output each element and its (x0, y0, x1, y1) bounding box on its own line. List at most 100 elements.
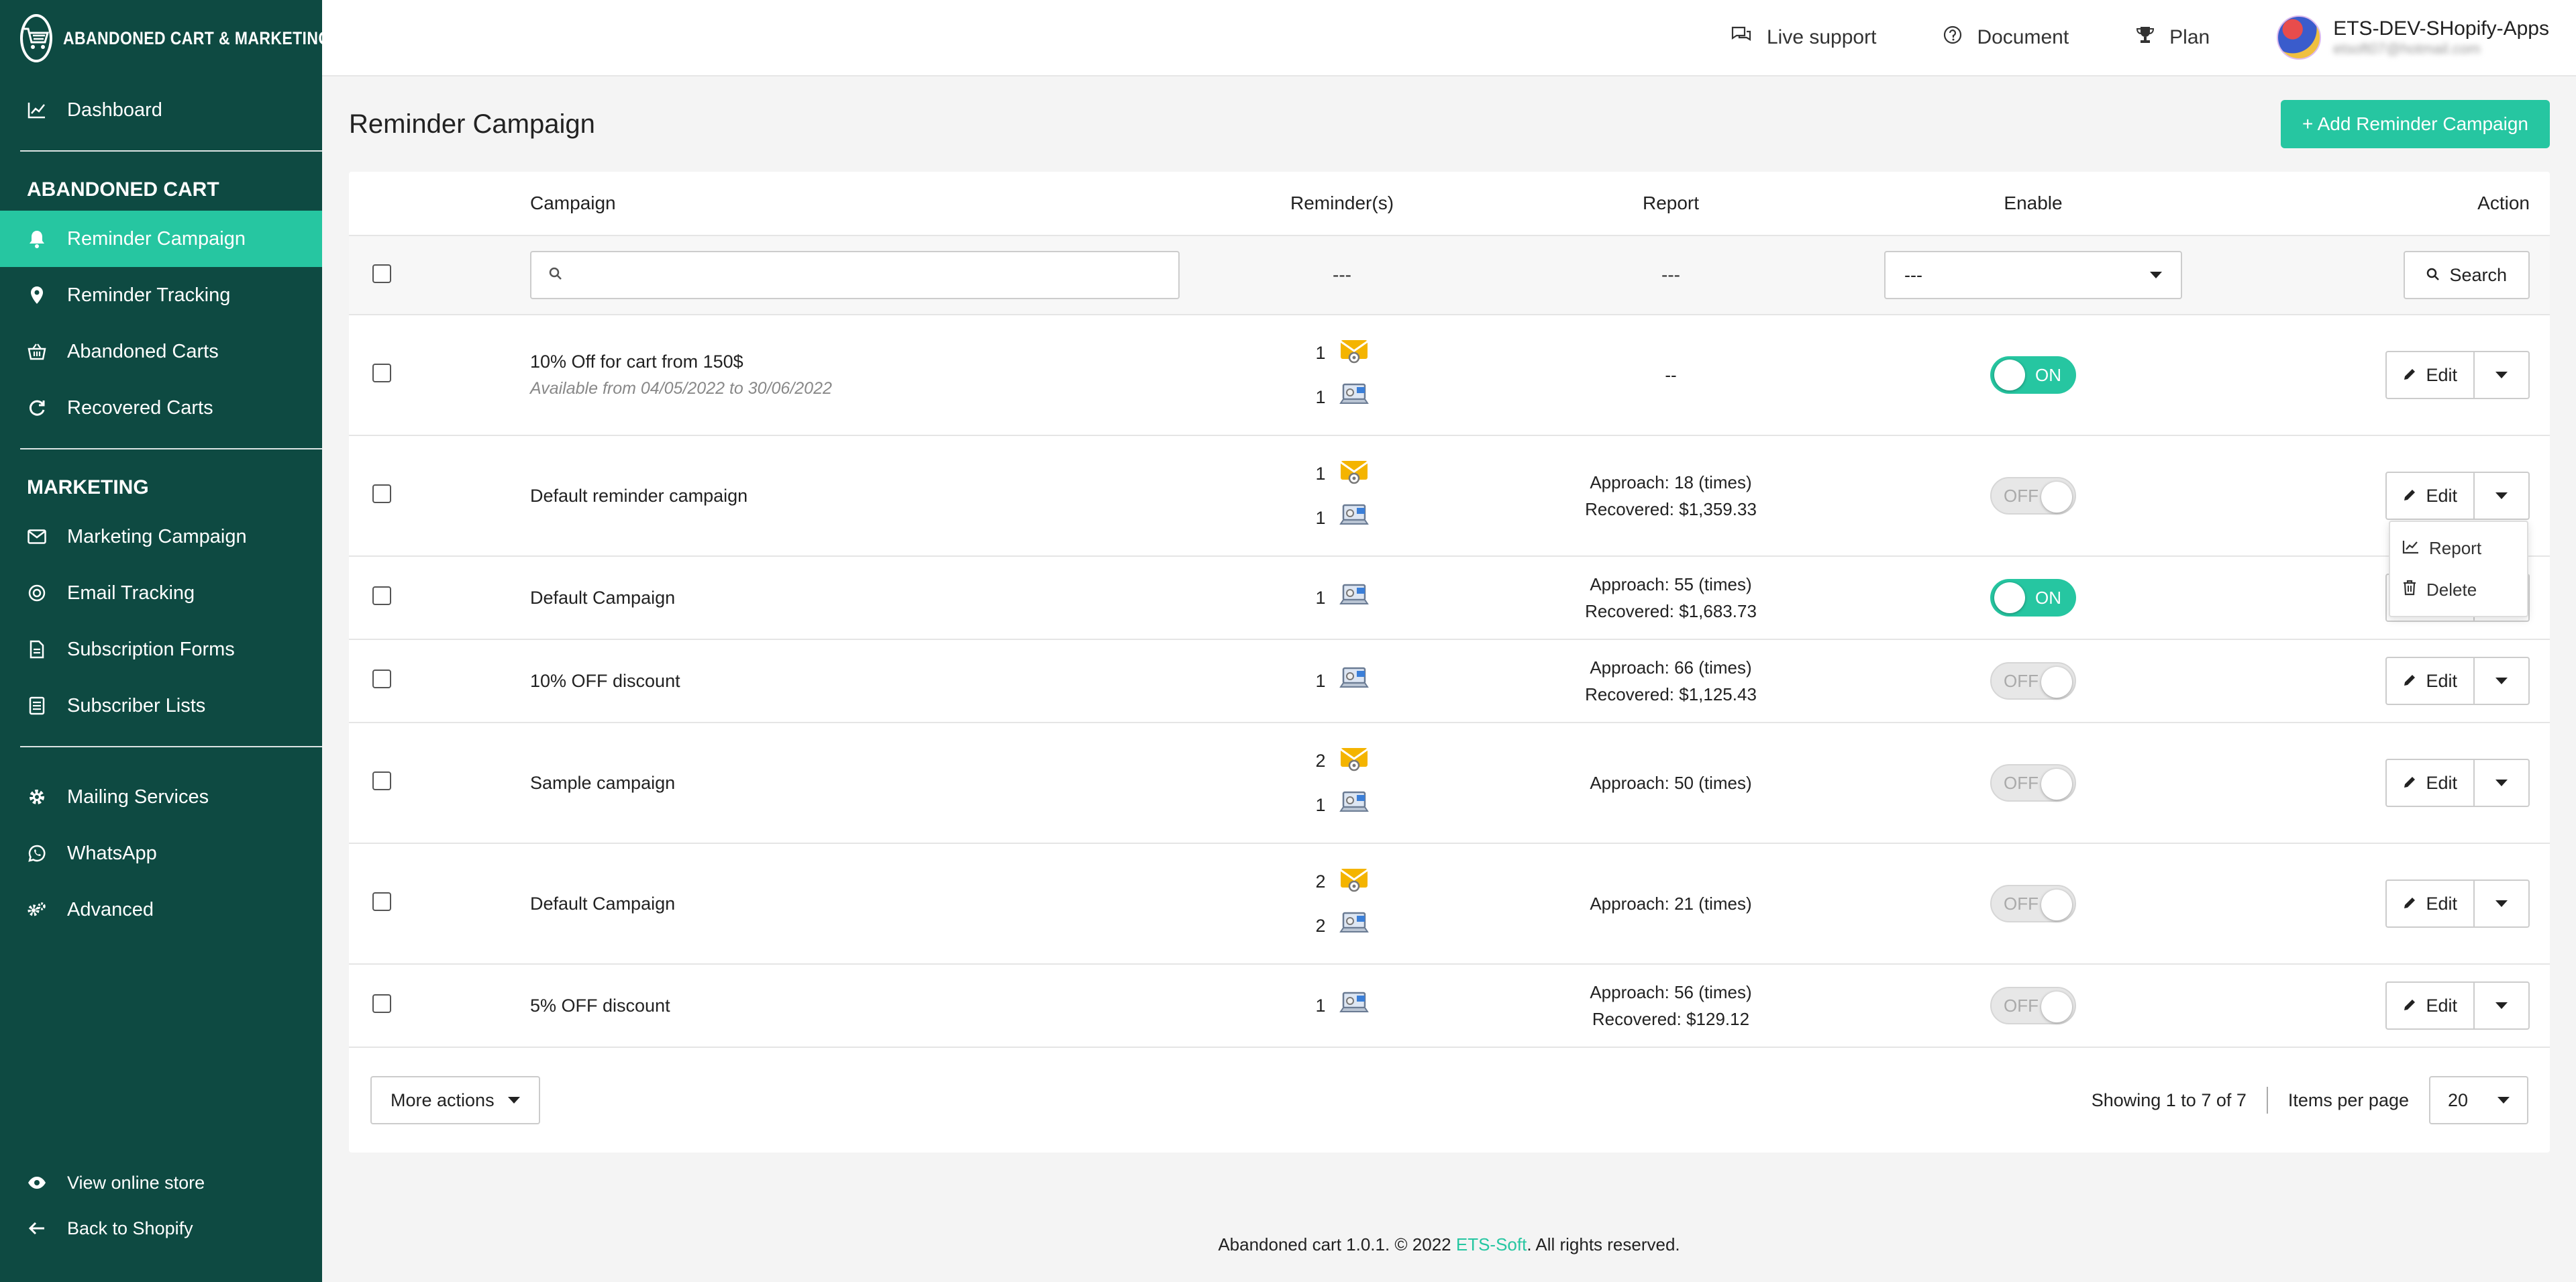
popup-reminder-count: 1 (1315, 659, 1369, 703)
sidebar-item-advanced[interactable]: Advanced (0, 882, 322, 938)
row-checkbox[interactable] (372, 669, 391, 688)
count: 1 (1315, 995, 1326, 1016)
row-checkbox[interactable] (372, 892, 391, 911)
envelope-icon (27, 529, 47, 544)
sidebar-item-abandoned-carts[interactable]: Abandoned Carts (0, 323, 322, 380)
row-action-toggle[interactable] (2475, 759, 2530, 807)
row-action-toggle[interactable] (2475, 657, 2530, 705)
target-icon (27, 584, 47, 602)
enable-toggle[interactable]: OFF (1990, 477, 2076, 515)
sidebar-item-label: Reminder Tracking (67, 284, 231, 306)
campaign-availability: Available from 04/05/2022 to 30/06/2022 (530, 379, 832, 398)
shop-profile[interactable]: ETS-DEV-SHopify-Apps etsoft07@hotmail.co… (2277, 15, 2549, 60)
row-checkbox[interactable] (372, 771, 391, 790)
sidebar-item-label: Marketing Campaign (67, 525, 247, 547)
edit-button[interactable]: Edit (2385, 657, 2475, 705)
count: 1 (1315, 507, 1326, 528)
campaign-name[interactable]: Sample campaign (530, 773, 1201, 794)
sidebar-item-mailing-services[interactable]: Mailing Services (0, 769, 322, 825)
back-to-shopify-link[interactable]: Back to Shopify (0, 1206, 322, 1251)
campaign-name[interactable]: 10% OFF discount (530, 671, 1201, 692)
pencil-icon (2403, 365, 2416, 386)
edit-button[interactable]: Edit (2385, 472, 2475, 520)
enable-toggle[interactable]: ON (1990, 579, 2076, 617)
sidebar-bottom: View online store Back to Shopify (0, 1160, 322, 1282)
copyright-suffix: . All rights reserved. (1527, 1234, 1680, 1254)
row-action-toggle[interactable] (2475, 351, 2530, 399)
pencil-icon (2403, 894, 2416, 914)
main-content: Reminder Campaign + Add Reminder Campaig… (349, 76, 2550, 1153)
email-reminder-count: 1 (1315, 451, 1368, 496)
bell-icon (27, 229, 47, 248)
edit-button[interactable]: Edit (2385, 351, 2475, 399)
sidebar-item-subscriber-lists[interactable]: Subscriber Lists (0, 678, 322, 734)
report-recovered: Recovered: $1,359.33 (1585, 499, 1757, 519)
toggle-knob (1994, 360, 2025, 390)
sidebar-item-reminder-tracking[interactable]: Reminder Tracking (0, 267, 322, 323)
toggle-label: ON (2035, 364, 2061, 385)
row-actions: Edit (2385, 351, 2530, 399)
select-all-checkbox[interactable] (372, 264, 391, 283)
row-checkbox[interactable] (372, 586, 391, 605)
enable-filter-select[interactable]: --- (1884, 251, 2182, 299)
add-reminder-campaign-button[interactable]: + Add Reminder Campaign (2281, 100, 2550, 148)
sidebar-item-label: Advanced (67, 898, 154, 920)
email-reminder-icon (1339, 866, 1369, 898)
sidebar-item-label: View online store (67, 1172, 205, 1193)
table-row: Default Campaign 1 Approach: 55 (times) Rec… (349, 557, 2550, 640)
enable-toggle[interactable]: OFF (1990, 662, 2076, 700)
row-action-toggle[interactable] (2475, 981, 2530, 1030)
sidebar-item-reminder-campaign[interactable]: Reminder Campaign (0, 211, 322, 267)
toggle-knob (2041, 769, 2072, 800)
toggle-label: OFF (2004, 670, 2039, 691)
campaign-name[interactable]: Default Campaign (530, 588, 1201, 608)
sidebar-item-email-tracking[interactable]: Email Tracking (0, 565, 322, 621)
row-checkbox[interactable] (372, 484, 391, 503)
campaign-name[interactable]: 10% Off for cart from 150$ (530, 352, 1201, 372)
view-online-store-link[interactable]: View online store (0, 1160, 322, 1206)
row-action-toggle[interactable] (2475, 472, 2530, 520)
delete-menu-item[interactable]: Delete (2390, 569, 2527, 610)
edit-button[interactable]: Edit (2385, 879, 2475, 928)
items-per-page-select[interactable]: 20 (2429, 1076, 2528, 1124)
document-label: Document (1977, 26, 2069, 48)
sidebar-item-recovered-carts[interactable]: Recovered Carts (0, 380, 322, 436)
sidebar: Abandoned Cart & Marketing Dashboard ABA… (0, 0, 330, 1282)
plan-link[interactable]: Plan (2136, 25, 2210, 50)
campaign-name[interactable]: Default reminder campaign (530, 486, 1201, 506)
sidebar-item-marketing-campaign[interactable]: Marketing Campaign (0, 509, 322, 565)
page-header: Reminder Campaign + Add Reminder Campaig… (349, 76, 2550, 172)
edit-button[interactable]: Edit (2385, 981, 2475, 1030)
campaign-search-input[interactable] (530, 251, 1180, 299)
campaign-name[interactable]: 5% OFF discount (530, 996, 1201, 1016)
caret-down-icon (2495, 492, 2508, 499)
header-campaign: Campaign (530, 193, 616, 213)
document-link[interactable]: Document (1943, 25, 2069, 50)
popup-reminder-icon (1339, 502, 1369, 534)
more-actions-button[interactable]: More actions (370, 1076, 540, 1124)
row-checkbox[interactable] (372, 994, 391, 1013)
brand[interactable]: Abandoned Cart & Marketing (0, 0, 330, 76)
report-approach: Approach: 21 (times) (1590, 894, 1752, 914)
enable-toggle[interactable]: OFF (1990, 885, 2076, 922)
campaign-name[interactable]: Default Campaign (530, 894, 1201, 914)
sidebar-item-label: WhatsApp (67, 842, 157, 864)
live-support-label: Live support (1767, 26, 1877, 48)
sidebar-item-dashboard[interactable]: Dashboard (0, 82, 322, 138)
enable-toggle[interactable]: ON (1990, 356, 2076, 394)
trash-icon (2402, 580, 2417, 600)
ets-soft-link[interactable]: ETS-Soft (1456, 1234, 1527, 1254)
sidebar-item-subscription-forms[interactable]: Subscription Forms (0, 621, 322, 678)
sidebar-item-whatsapp[interactable]: WhatsApp (0, 825, 322, 882)
search-button[interactable]: Search (2404, 251, 2530, 299)
row-action-toggle[interactable] (2475, 879, 2530, 928)
row-checkbox[interactable] (372, 363, 391, 382)
enable-toggle[interactable]: OFF (1990, 764, 2076, 802)
caret-down-icon (2495, 372, 2508, 378)
edit-button[interactable]: Edit (2385, 759, 2475, 807)
top-bar: Live support Document Plan ETS-DEV-SHopi… (322, 0, 2576, 76)
report-menu-item[interactable]: Report (2390, 527, 2527, 569)
popup-reminder-count: 1 (1315, 983, 1369, 1028)
live-support-link[interactable]: Live support (1731, 25, 1876, 50)
enable-toggle[interactable]: OFF (1990, 987, 2076, 1024)
